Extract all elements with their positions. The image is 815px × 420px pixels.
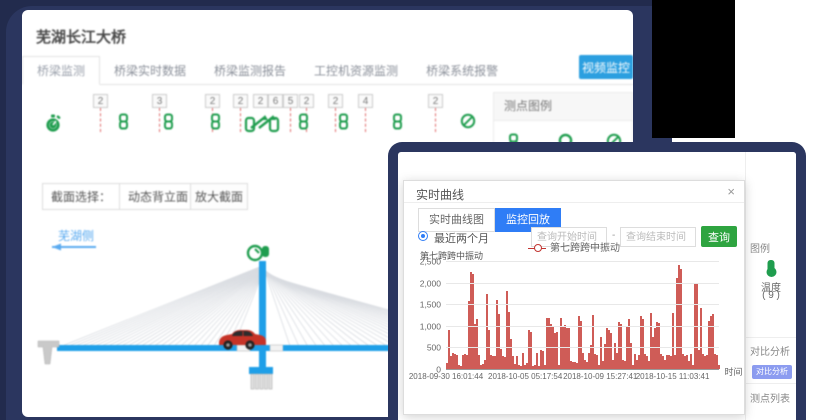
sensor-dash-line: [240, 108, 241, 132]
chart-x-axis-title: 时间: [724, 365, 742, 378]
sensor-count-badge: 2: [428, 94, 443, 108]
link-icon[interactable]: [298, 113, 309, 135]
main-tab-2[interactable]: 桥梁监测报告: [200, 57, 300, 86]
x-tick-label: 2018-10-15 11:03:41: [636, 372, 710, 381]
y-tick-label: 1,000: [420, 321, 441, 331]
tower-top-sensor-icon[interactable]: [248, 246, 269, 260]
sensor-dash-line: [365, 108, 366, 132]
main-tab-3[interactable]: 工控机资源监测: [300, 57, 412, 86]
abutment: [38, 341, 59, 364]
black-region: [652, 0, 735, 138]
dialog-titlebar: 实时曲线 ×: [404, 181, 744, 203]
chart-gridline: 2,000: [446, 283, 719, 284]
sensor-count-badge: 4: [358, 94, 373, 108]
sensor-count-badge: 2: [253, 94, 268, 108]
chart-bar: [556, 332, 558, 369]
piles: [251, 374, 272, 389]
x-tick-label: 2018-10-09 15:27:41: [563, 372, 637, 381]
gauge-cluster-icon[interactable]: [243, 113, 281, 138]
screenshot-root: 芜湖长江大桥 桥梁监测桥梁实时数据桥梁监测报告工控机资源监测桥梁系统报警 视频监…: [0, 0, 815, 420]
ban-icon[interactable]: [460, 113, 476, 134]
popup-window: 图例 温度 ( 9 ) 对比分析 对比分析 测点列表 实时曲线 × 实时曲线图监…: [388, 142, 806, 420]
deck-joint-right: [270, 345, 283, 351]
chart-bars: [446, 261, 719, 369]
legend-marker-icon: [528, 244, 546, 252]
sensor-count-badge: 3: [152, 94, 167, 108]
main-tab-0[interactable]: 桥梁监测: [22, 56, 100, 85]
sensor-dash-line: [290, 108, 291, 132]
zoom-section-button[interactable]: 放大截面: [190, 183, 248, 210]
pile-cap: [249, 367, 273, 374]
bridge-tower: [259, 261, 266, 374]
main-tab-4[interactable]: 桥梁系统报警: [412, 57, 512, 86]
point-list-title: 测点列表: [750, 390, 790, 405]
bridge-deck-left: [57, 345, 237, 351]
sensor-count-badge: 5: [283, 94, 298, 108]
sensor-count-badge: 2: [93, 94, 108, 108]
close-icon[interactable]: ×: [727, 184, 735, 199]
sensor-count-badge: 2: [299, 94, 314, 108]
legend-panel-title: 测点图例: [494, 93, 632, 121]
right-sidebar: 图例 温度 ( 9 ) 对比分析 对比分析 测点列表: [745, 152, 796, 420]
sensor-dash-line: [435, 108, 436, 132]
chart-gridline: 2,500: [446, 261, 719, 262]
page-title: 芜湖长江大桥: [36, 26, 126, 47]
legend-label: 第七跨跨中振动: [550, 243, 620, 254]
chart-gridline: 1,500: [446, 304, 719, 305]
link-icon[interactable]: [118, 113, 129, 135]
section-select-label: 截面选择：: [43, 188, 119, 205]
link-icon[interactable]: [210, 113, 221, 135]
realtime-curve-dialog: 实时曲线 × 实时曲线图监控回放 最近两个月 - 查询 第七跨跨中振动 第七跨跨…: [403, 180, 745, 415]
sensor-count-badge: 6: [268, 94, 283, 108]
sensor-dash-line: [335, 108, 336, 132]
sensor-dash-line: [100, 108, 101, 132]
sidebar-divider-2: [746, 383, 796, 384]
vibration-chart: 时间 2,5002,0001,5001,00050002018-09-30 16…: [446, 261, 719, 369]
main-tab-1[interactable]: 桥梁实时数据: [100, 57, 200, 86]
link-icon[interactable]: [163, 113, 174, 135]
video-monitor-button[interactable]: 视频监控: [579, 55, 633, 79]
direction-label: 芜湖侧: [58, 228, 94, 243]
link-icon[interactable]: [392, 113, 403, 135]
compare-section-title: 对比分析: [750, 343, 790, 358]
dialog-title: 实时曲线: [416, 186, 464, 203]
timer-icon[interactable]: [44, 113, 62, 138]
y-tick-label: 2,000: [420, 278, 441, 288]
compare-analysis-button[interactable]: 对比分析: [752, 365, 792, 379]
popup-window-viewport: 图例 温度 ( 9 ) 对比分析 对比分析 测点列表 实时曲线 × 实时曲线图监…: [398, 152, 796, 420]
direction-arrowhead: [52, 244, 61, 251]
sensor-count-badge: 2: [233, 94, 248, 108]
sensor-count-badge: 2: [328, 94, 343, 108]
sensor-dash-line: [159, 108, 160, 132]
link-icon[interactable]: [338, 113, 349, 135]
section-select-value: 动态背立面: [128, 188, 188, 205]
y-tick-label: 500: [427, 343, 441, 353]
sidebar-divider: [746, 337, 796, 338]
x-tick-label: 2018-10-05 05:17:54: [488, 372, 562, 381]
chart-gridline: 1,000: [446, 326, 719, 327]
y-tick-label: 1,500: [420, 300, 441, 310]
temperature-count: ( 9 ): [746, 290, 796, 301]
y-tick-label: 2,500: [420, 257, 441, 267]
tab-bar: 桥梁监测桥梁实时数据桥梁监测报告工控机资源监测桥梁系统报警: [22, 56, 633, 85]
x-tick-label: 2018-09-30 16:01:44: [409, 372, 483, 381]
temperature-icon: [768, 260, 775, 273]
sensor-count-badge: 2: [205, 94, 220, 108]
chart-bar: [530, 332, 532, 369]
chart-gridline: 0: [446, 369, 719, 370]
sidebar-legend-fragment: 图例: [750, 240, 770, 255]
chart-gridline: 500: [446, 347, 719, 348]
